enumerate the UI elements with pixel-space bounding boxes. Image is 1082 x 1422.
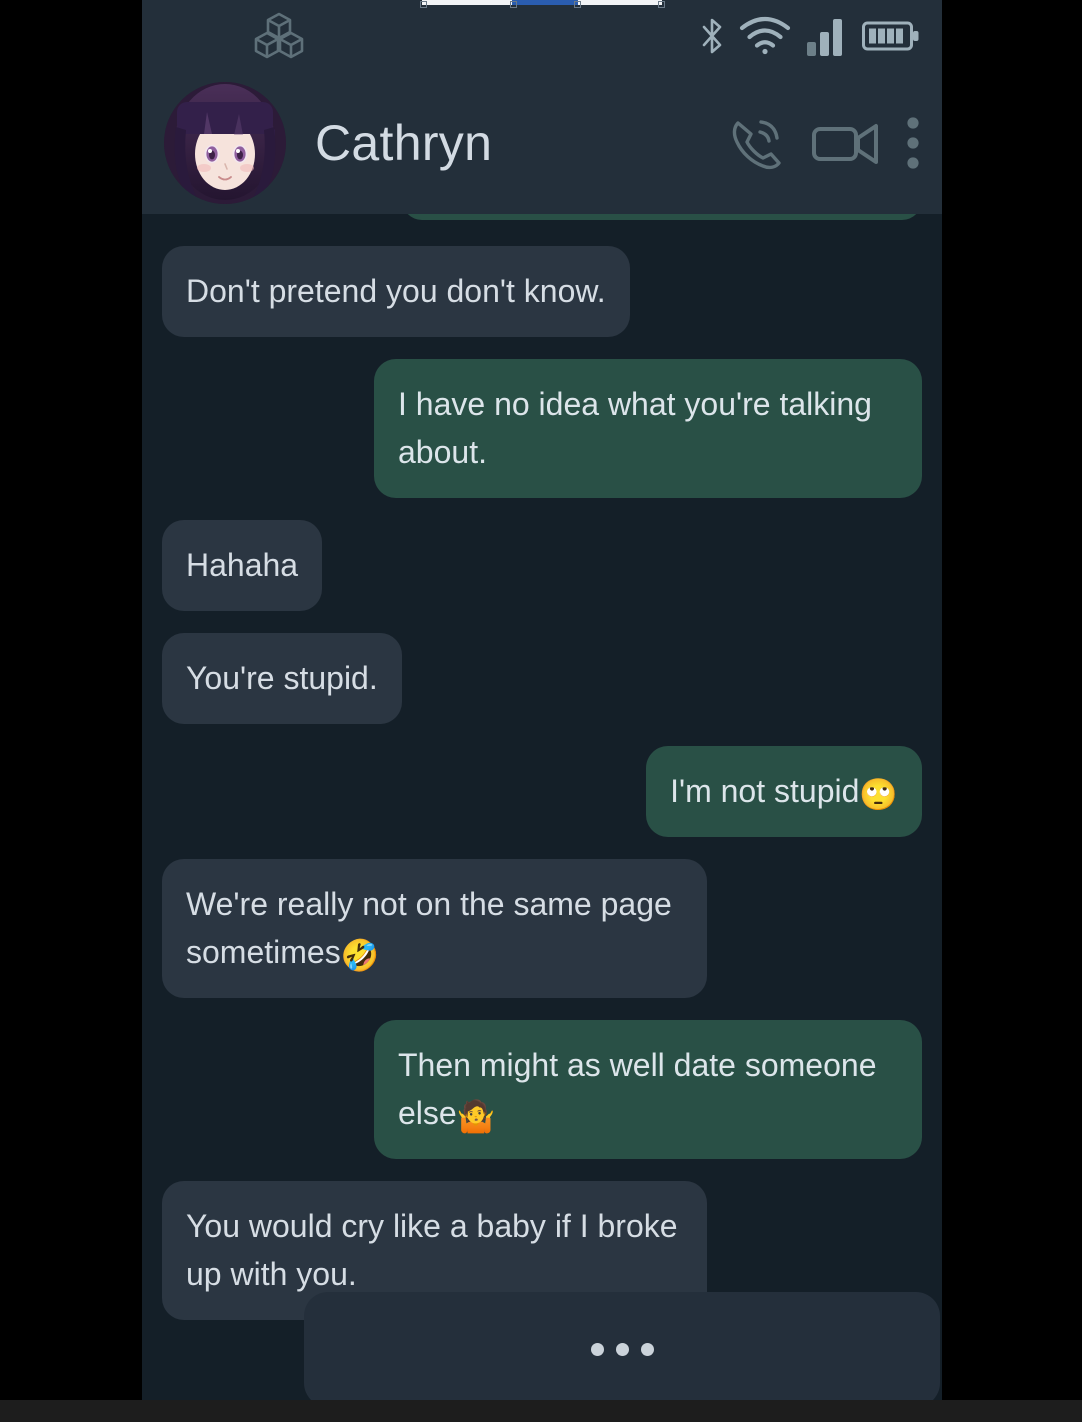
battery-icon bbox=[862, 19, 920, 53]
seek-handle-left[interactable] bbox=[420, 1, 427, 8]
message-row[interactable]: You're stupid. bbox=[162, 633, 922, 724]
message-row[interactable]: Hahaha bbox=[162, 520, 922, 611]
bottom-nav-strip bbox=[0, 1400, 1082, 1422]
phone-call-icon[interactable] bbox=[724, 112, 786, 174]
message-bubble[interactable]: We're really not on the same page someti… bbox=[162, 859, 707, 998]
typing-dot bbox=[615, 1343, 629, 1356]
emoji-rofl-icon: 🤣 bbox=[340, 938, 380, 974]
message-bubble[interactable]: Don't pretend you don't know. bbox=[162, 246, 630, 337]
message-bubble[interactable]: I'm not stupid🙄 bbox=[646, 746, 922, 837]
typing-indicator[interactable] bbox=[304, 1292, 940, 1407]
status-bar bbox=[142, 0, 942, 72]
seek-handle-right[interactable] bbox=[658, 1, 665, 8]
contact-name[interactable]: Cathryn bbox=[315, 114, 724, 172]
message-row[interactable]: Don't pretend you don't know. bbox=[162, 246, 922, 337]
wifi-icon bbox=[738, 15, 792, 57]
message-text: I'm not stupid bbox=[670, 773, 860, 809]
more-vertical-icon[interactable] bbox=[906, 116, 920, 170]
message-row[interactable]: I have no idea what you're talking about… bbox=[162, 359, 922, 498]
chat-header: Cathryn bbox=[142, 72, 942, 214]
phone-viewport: Cathryn Don't pretend you don't know. I … bbox=[142, 0, 942, 1422]
message-row[interactable]: We're really not on the same page someti… bbox=[162, 859, 922, 998]
message-bubble[interactable]: Hahaha bbox=[162, 520, 323, 611]
seek-handle-mid-left[interactable] bbox=[510, 1, 517, 8]
status-bar-left bbox=[252, 9, 306, 63]
message-row[interactable]: Then might as well date someone else🤷 bbox=[162, 1020, 922, 1159]
typing-dots bbox=[590, 1343, 654, 1356]
message-row-clipped[interactable] bbox=[162, 214, 922, 220]
message-bubble[interactable]: I have no idea what you're talking about… bbox=[374, 359, 922, 498]
header-actions bbox=[724, 112, 920, 174]
cellular-signal-icon bbox=[805, 14, 849, 58]
message-bubble[interactable]: You're stupid. bbox=[162, 633, 402, 724]
emoji-rolling-eyes-icon: 🙄 bbox=[859, 777, 898, 813]
emoji-shrug-icon: 🤷 bbox=[456, 1099, 496, 1135]
typing-dot bbox=[640, 1343, 654, 1356]
message-text: We're really not on the same page someti… bbox=[186, 886, 672, 970]
status-bar-right bbox=[699, 14, 920, 58]
message-bubble[interactable] bbox=[402, 214, 922, 220]
message-bubble[interactable]: Then might as well date someone else🤷 bbox=[374, 1020, 922, 1159]
seek-bar-fill bbox=[512, 0, 578, 5]
video-camera-icon[interactable] bbox=[811, 118, 881, 168]
avatar[interactable] bbox=[164, 82, 286, 204]
screen-record-seek-bar[interactable] bbox=[420, 0, 665, 8]
bluetooth-icon bbox=[699, 15, 725, 57]
message-row[interactable]: I'm not stupid🙄 bbox=[162, 746, 922, 837]
seek-handle-mid-right[interactable] bbox=[574, 1, 581, 8]
cubes-logo-icon bbox=[252, 9, 306, 63]
message-list[interactable]: Don't pretend you don't know. I have no … bbox=[142, 214, 942, 1422]
typing-dot bbox=[590, 1343, 604, 1356]
phone-screenshot: Cathryn Don't pretend you don't know. I … bbox=[0, 0, 1082, 1422]
